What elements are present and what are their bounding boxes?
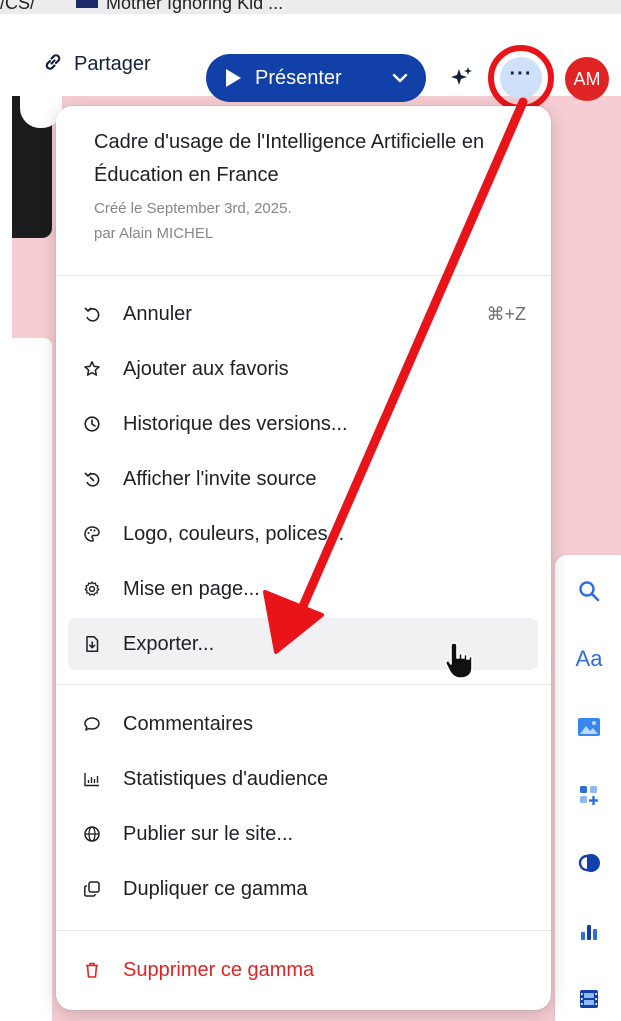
menu-item-label: Commentaires	[123, 712, 254, 735]
present-button[interactable]: Présenter	[206, 54, 426, 102]
chevron-down-icon[interactable]	[390, 68, 410, 93]
menu-item-label: Annuler	[123, 302, 192, 325]
clock-icon	[82, 414, 102, 434]
menu-item-logo-colors-fonts[interactable]: Logo, couleurs, polices...	[68, 508, 538, 560]
menu-item-comments[interactable]: Commentaires	[68, 698, 538, 750]
menu-item-label: Mise en page...	[123, 577, 260, 600]
document-info: Cadre d'usage de l'Intelligence Artifici…	[94, 126, 534, 246]
bar-chart-icon	[82, 769, 102, 789]
search-icon[interactable]	[575, 577, 603, 605]
created-date: Créé le September 3rd, 2025.	[94, 200, 292, 217]
browser-tab-partial-text: /CS/	[0, 0, 36, 13]
more-options-menu: Cadre d'usage de l'Intelligence Artifici…	[56, 106, 551, 1010]
menu-item-audience-stats[interactable]: Statistiques d'audience	[68, 753, 538, 805]
share-label: Partager	[74, 52, 151, 75]
star-icon	[82, 359, 102, 379]
menu-item-add-favorite[interactable]: Ajouter aux favoris	[68, 343, 538, 395]
card-panel-edge	[12, 338, 52, 1021]
browser-tab-title[interactable]: Mother Ignoring Kid ...	[106, 0, 283, 14]
document-title: Cadre d'usage de l'Intelligence Artifici…	[94, 131, 485, 186]
menu-item-label: Publier sur le site...	[123, 822, 294, 845]
film-icon[interactable]	[575, 985, 603, 1013]
menu-divider	[56, 684, 551, 685]
globe-icon	[82, 824, 102, 844]
menu-item-version-history[interactable]: Historique des versions...	[68, 398, 538, 450]
image-icon[interactable]	[575, 713, 603, 741]
source-prompt-icon	[82, 469, 102, 489]
link-icon	[42, 51, 64, 78]
add-block-icon[interactable]	[575, 781, 603, 809]
menu-item-undo[interactable]: Annuler ⌘+Z	[68, 288, 538, 340]
undo-icon	[82, 304, 102, 324]
duplicate-icon	[82, 879, 102, 899]
gear-icon	[82, 579, 102, 599]
toggle-theme-icon[interactable]	[575, 849, 603, 877]
trash-icon	[82, 960, 102, 980]
play-icon	[226, 69, 241, 87]
text-style-icon[interactable]: Aa	[569, 645, 609, 673]
annotation-highlight-circle	[488, 45, 554, 111]
menu-item-label: Ajouter aux favoris	[123, 357, 289, 380]
palette-icon	[82, 524, 102, 544]
ai-sparkle-icon[interactable]	[450, 66, 474, 95]
menu-item-label: Supprimer ce gamma	[123, 958, 315, 981]
avatar[interactable]: AM	[565, 57, 609, 101]
menu-item-duplicate[interactable]: Dupliquer ce gamma	[68, 863, 538, 915]
export-file-icon	[82, 634, 102, 654]
comment-icon	[82, 714, 102, 734]
menu-item-publish-site[interactable]: Publier sur le site...	[68, 808, 538, 860]
browser-tab-favicon	[76, 0, 98, 8]
share-button[interactable]: Partager	[42, 50, 151, 78]
menu-item-label: Historique des versions...	[123, 412, 348, 435]
menu-item-label: Dupliquer ce gamma	[123, 877, 308, 900]
author-name: par Alain MICHEL	[94, 225, 214, 242]
menu-item-page-setup[interactable]: Mise en page...	[68, 563, 538, 615]
top-app-bar: Partager Présenter ··· AM	[0, 14, 621, 111]
menu-item-label: Statistiques d'audience	[123, 767, 329, 790]
menu-item-label: Logo, couleurs, polices...	[123, 522, 345, 545]
right-toolbar: Aa	[555, 555, 621, 1021]
hand-cursor-icon	[444, 642, 473, 679]
menu-item-delete[interactable]: Supprimer ce gamma	[68, 944, 538, 996]
chart-icon[interactable]	[575, 917, 603, 945]
menu-divider	[56, 930, 551, 931]
present-label: Présenter	[255, 66, 342, 89]
menu-item-label: Exporter...	[123, 632, 215, 655]
menu-item-label: Afficher l'invite source	[123, 467, 317, 490]
browser-tab-strip: /CS/ Mother Ignoring Kid ...	[0, 0, 621, 14]
menu-item-show-source-prompt[interactable]: Afficher l'invite source	[68, 453, 538, 505]
shortcut-label: ⌘+Z	[486, 303, 526, 324]
menu-divider	[56, 275, 551, 276]
